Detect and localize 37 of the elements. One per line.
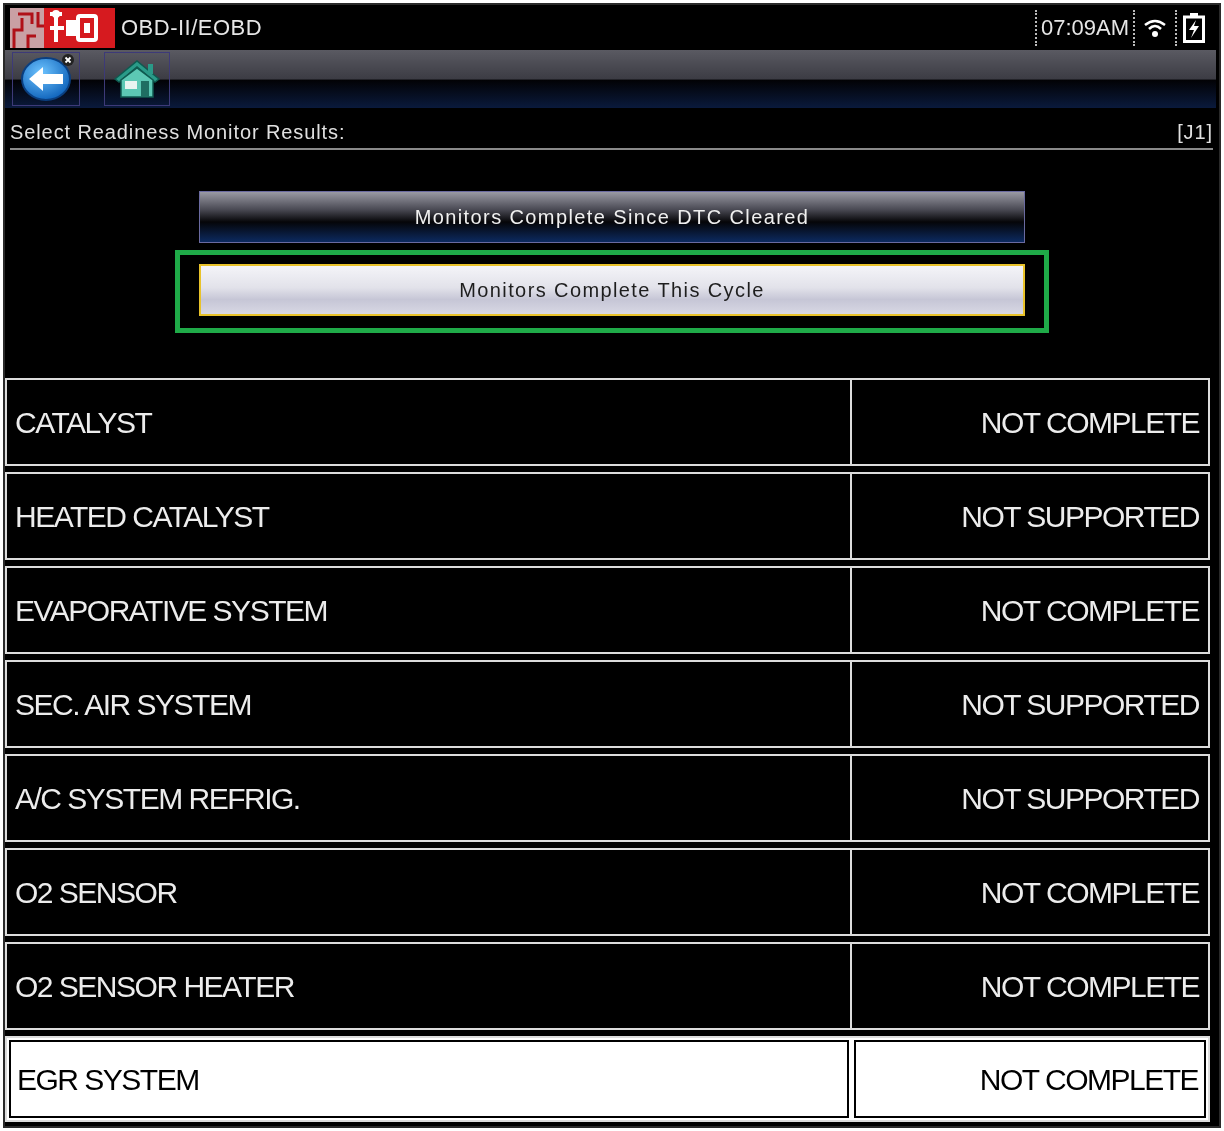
status-cell-text: NOT SUPPORTED — [960, 498, 1200, 535]
option-button[interactable]: Monitors Complete This Cycle — [199, 264, 1025, 316]
table-row[interactable]: O2 SENSOR NOT COMPLETE — [5, 848, 1210, 936]
status-cell-text: NOT COMPLETE — [979, 968, 1201, 1005]
monitor-cell: O2 SENSOR — [7, 850, 852, 934]
home-icon — [113, 59, 161, 99]
table-row[interactable]: HEATED CATALYST NOT SUPPORTED — [5, 472, 1210, 560]
wifi-icon — [1143, 17, 1167, 38]
status-cell-text: NOT SUPPORTED — [960, 780, 1200, 817]
monitor-cell: EVAPORATIVE SYSTEM — [7, 568, 852, 652]
app-title: OBD-II/EOBD — [121, 16, 263, 39]
table-row[interactable]: O2 SENSOR HEATER NOT COMPLETE — [5, 942, 1210, 1030]
monitor-cell: SEC. AIR SYSTEM — [7, 662, 852, 746]
logo-icon — [10, 7, 115, 48]
back-button[interactable] — [12, 52, 80, 106]
monitor-cell: O2 SENSOR HEATER — [7, 944, 852, 1028]
status-cell-text: NOT SUPPORTED — [960, 686, 1200, 723]
home-button[interactable] — [104, 52, 170, 106]
status-cell-text: NOT COMPLETE — [979, 592, 1201, 629]
status-cell: NOT COMPLETE — [854, 1040, 1206, 1118]
selected-table-row[interactable]: EGR SYSTEM NOT COMPLETE — [5, 1036, 1210, 1122]
table-row[interactable]: CATALYST NOT COMPLETE — [5, 378, 1210, 466]
close-badge-icon — [62, 54, 74, 66]
screen-heading: Select Readiness Monitor Results: — [10, 122, 346, 142]
table-row[interactable]: EVAPORATIVE SYSTEM NOT COMPLETE — [5, 566, 1210, 654]
battery-charging-icon — [1183, 12, 1205, 43]
monitor-cell: CATALYST — [7, 380, 852, 464]
monitor-cell: HEATED CATALYST — [7, 474, 852, 558]
table-row[interactable]: SEC. AIR SYSTEM NOT SUPPORTED — [5, 660, 1210, 748]
channel-tag: [J1] — [1177, 122, 1213, 142]
status-cell-text: NOT COMPLETE — [979, 874, 1201, 911]
monitor-cell: A/C SYSTEM REFRIG. — [7, 756, 852, 840]
option-button[interactable]: Monitors Complete Since DTC Cleared — [199, 191, 1025, 243]
monitor-cell: EGR SYSTEM — [9, 1040, 849, 1118]
clock-time: 07:09AM — [1040, 16, 1129, 39]
table-row[interactable]: A/C SYSTEM REFRIG. NOT SUPPORTED — [5, 754, 1210, 842]
status-cell-text: NOT COMPLETE — [979, 404, 1201, 441]
